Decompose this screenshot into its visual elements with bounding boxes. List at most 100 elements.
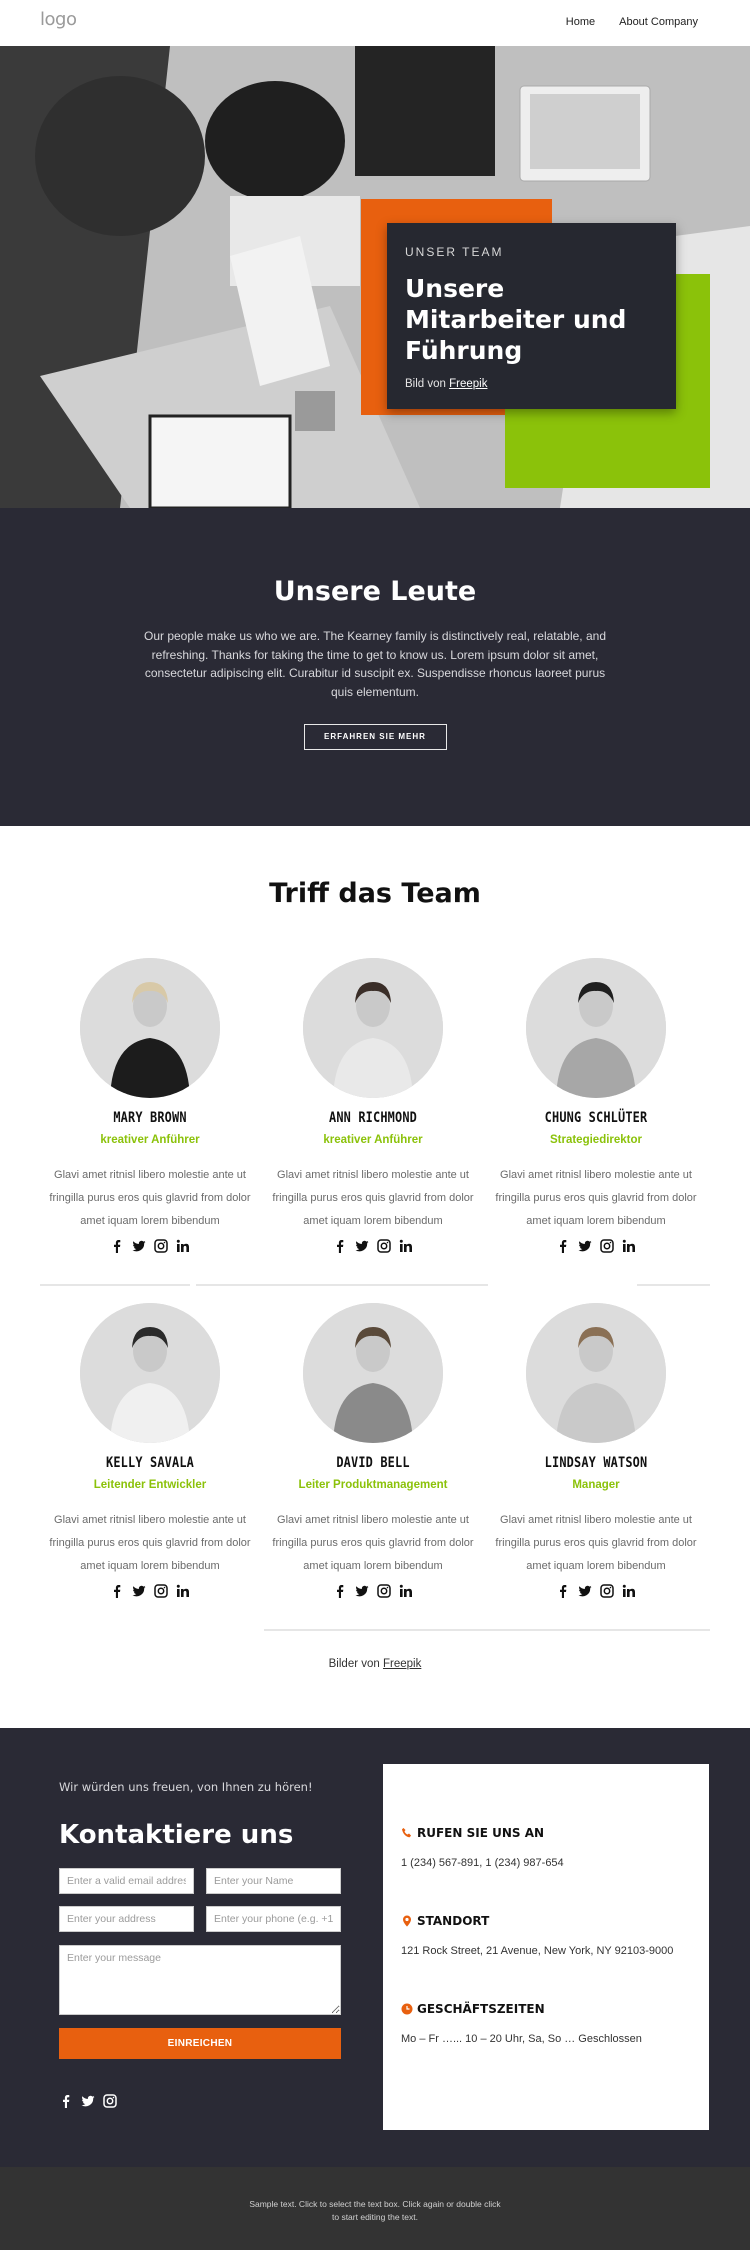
member-role: Strategiedirektor xyxy=(549,1134,643,1146)
twitter-icon[interactable] xyxy=(132,1584,146,1598)
instagram-icon[interactable] xyxy=(377,1584,391,1598)
twitter-icon[interactable] xyxy=(578,1584,592,1598)
info-hours: GESCHÄFTSZEITEN Mo – Fr …... 10 – 20 Uhr… xyxy=(401,2002,642,2045)
team-member-card: DAVID BELL Leiter Produktmanagement Glavi … xyxy=(262,1303,484,1598)
member-description: Glavi amet ritnisl libero molestie ante … xyxy=(49,1514,251,1572)
avatar xyxy=(303,1303,443,1443)
people-text: Our people make us who we are. The Kearn… xyxy=(143,629,606,700)
footer-text[interactable]: Sample text. Click to select the text bo… xyxy=(245,2198,505,2224)
member-social-links xyxy=(262,1239,484,1253)
member-name: DAVID BELL xyxy=(336,1455,410,1471)
instagram-icon[interactable] xyxy=(600,1584,614,1598)
member-role: Manager xyxy=(572,1479,620,1491)
avatar xyxy=(80,958,220,1098)
main-nav: Home About Company xyxy=(566,16,698,28)
team-section: Triff das Team MARY BROWN kreativer Anfüh… xyxy=(0,826,750,1728)
site-header: logo Home About Company xyxy=(0,0,750,46)
member-role: kreativer Anführer xyxy=(323,1134,423,1146)
learn-more-button[interactable]: ERFAHREN SIE MEHR xyxy=(303,723,447,750)
avatar xyxy=(303,958,443,1098)
team-member-card: CHUNG SCHLÜTER Strategiedirektor Glavi ame… xyxy=(485,958,707,1253)
linkedin-icon[interactable] xyxy=(622,1584,636,1598)
avatar xyxy=(526,958,666,1098)
people-section: Unsere Leute Our people make us who we a… xyxy=(0,508,750,826)
info-heading: RUFEN SIE UNS AN xyxy=(417,1826,545,1840)
member-role: kreativer Anführer xyxy=(100,1134,200,1146)
logo[interactable]: logo xyxy=(40,9,77,30)
linkedin-icon[interactable] xyxy=(399,1239,413,1253)
address-field[interactable] xyxy=(59,1906,194,1932)
twitter-icon[interactable] xyxy=(81,2094,95,2108)
instagram-icon[interactable] xyxy=(154,1584,168,1598)
avatar xyxy=(80,1303,220,1443)
name-field[interactable] xyxy=(206,1868,341,1894)
member-role: Leitender Entwickler xyxy=(93,1479,207,1491)
facebook-icon[interactable] xyxy=(333,1584,347,1598)
member-social-links xyxy=(262,1584,484,1598)
team-member-card: LINDSAY WATSON Manager Glavi amet ritnisl … xyxy=(485,1303,707,1598)
hero-credit: Bild von Freepik xyxy=(405,378,658,390)
people-title: Unsere Leute xyxy=(273,576,477,607)
member-name: ANN RICHMOND xyxy=(328,1110,418,1126)
contact-info-card: RUFEN SIE UNS AN 1 (234) 567-891, 1 (234… xyxy=(383,1764,709,2130)
member-description: Glavi amet ritnisl libero molestie ante … xyxy=(495,1169,697,1227)
info-heading: STANDORT xyxy=(417,1914,490,1928)
member-social-links xyxy=(485,1584,707,1598)
member-name: MARY BROWN xyxy=(113,1110,187,1126)
divider xyxy=(637,1284,710,1286)
team-member-card: ANN RICHMOND kreativer Anführer Glavi amet… xyxy=(262,958,484,1253)
nav-about-company[interactable]: About Company xyxy=(619,16,698,28)
contact-social-links xyxy=(59,2094,117,2108)
twitter-icon[interactable] xyxy=(132,1239,146,1253)
linkedin-icon[interactable] xyxy=(176,1239,190,1253)
divider xyxy=(196,1284,488,1286)
contact-section: Wir würden uns freuen, von Ihnen zu höre… xyxy=(0,1728,750,2167)
linkedin-icon[interactable] xyxy=(399,1584,413,1598)
facebook-icon[interactable] xyxy=(110,1584,124,1598)
hero-section: UNSER TEAM Unsere Mitarbeiter und Führun… xyxy=(0,46,750,508)
clock-icon xyxy=(401,2003,413,2015)
info-text: Mo – Fr …... 10 – 20 Uhr, Sa, So … Gesch… xyxy=(401,2033,642,2045)
team-credit-prefix: Bilder von xyxy=(328,1658,383,1670)
hero-card: UNSER TEAM Unsere Mitarbeiter und Führun… xyxy=(387,223,676,409)
facebook-icon[interactable] xyxy=(333,1239,347,1253)
info-text: 121 Rock Street, 21 Avenue, New York, NY… xyxy=(401,1945,674,1957)
location-pin-icon xyxy=(403,1915,411,1927)
linkedin-icon[interactable] xyxy=(176,1584,190,1598)
member-social-links xyxy=(39,1584,261,1598)
hero-credit-prefix: Bild von xyxy=(405,378,450,390)
member-name: KELLY SAVALA xyxy=(105,1455,195,1471)
contact-title: Kontaktiere uns xyxy=(59,1820,294,1850)
linkedin-icon[interactable] xyxy=(622,1239,636,1253)
facebook-icon[interactable] xyxy=(556,1584,570,1598)
twitter-icon[interactable] xyxy=(578,1239,592,1253)
team-credit: Bilder von Freepik xyxy=(0,1658,750,1670)
info-heading: GESCHÄFTSZEITEN xyxy=(417,2002,545,2016)
instagram-icon[interactable] xyxy=(600,1239,614,1253)
divider xyxy=(40,1284,190,1286)
facebook-icon[interactable] xyxy=(59,2094,73,2108)
twitter-icon[interactable] xyxy=(355,1584,369,1598)
hero-credit-link[interactable]: Freepik xyxy=(449,378,487,390)
team-title: Triff das Team xyxy=(269,878,481,909)
contact-subtitle: Wir würden uns freuen, von Ihnen zu höre… xyxy=(59,1780,313,1794)
instagram-icon[interactable] xyxy=(377,1239,391,1253)
member-description: Glavi amet ritnisl libero molestie ante … xyxy=(272,1514,474,1572)
member-description: Glavi amet ritnisl libero molestie ante … xyxy=(49,1169,251,1227)
instagram-icon[interactable] xyxy=(154,1239,168,1253)
team-member-card: MARY BROWN kreativer Anführer Glavi amet r… xyxy=(39,958,261,1253)
member-description: Glavi amet ritnisl libero molestie ante … xyxy=(272,1169,474,1227)
instagram-icon[interactable] xyxy=(103,2094,117,2108)
facebook-icon[interactable] xyxy=(110,1239,124,1253)
twitter-icon[interactable] xyxy=(355,1239,369,1253)
info-text: 1 (234) 567-891, 1 (234) 987-654 xyxy=(401,1857,564,1869)
hero-title: Unsere Mitarbeiter und Führung xyxy=(405,274,627,365)
member-name: LINDSAY WATSON xyxy=(544,1455,648,1471)
phone-field[interactable] xyxy=(206,1906,341,1932)
facebook-icon[interactable] xyxy=(556,1239,570,1253)
team-credit-link[interactable]: Freepik xyxy=(383,1658,421,1670)
message-field[interactable] xyxy=(59,1945,341,2015)
nav-home[interactable]: Home xyxy=(566,16,595,28)
submit-button[interactable]: EINREICHEN xyxy=(59,2028,341,2059)
email-field[interactable] xyxy=(59,1868,194,1894)
